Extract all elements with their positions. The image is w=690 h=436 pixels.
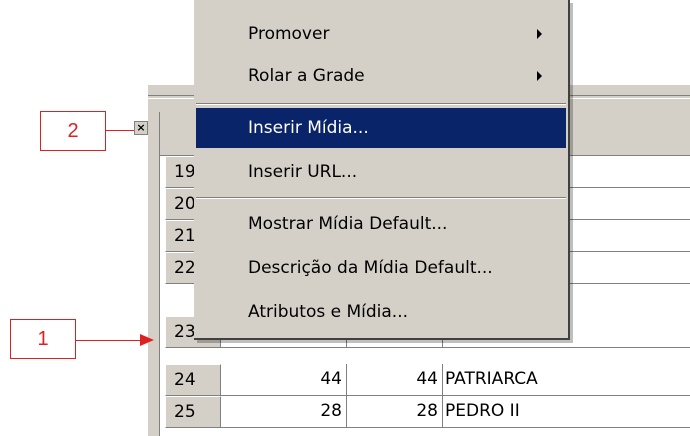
menu-item-atributos-e-midia[interactable]: Atributos e Mídia... (196, 292, 566, 332)
menu-item-mostrar-midia-default[interactable]: Mostrar Mídia Default... (196, 204, 566, 244)
menu-item-inserir-url[interactable]: Inserir URL... (196, 152, 566, 192)
row-number[interactable]: 25 (165, 396, 221, 428)
menu-item-label: Inserir Mídia... (248, 118, 369, 138)
cell-value-a[interactable]: 28 (221, 396, 347, 428)
cell-name[interactable]: PEDRO II (443, 396, 690, 428)
menu-item-label: Mostrar Mídia Default... (248, 214, 448, 234)
menu-separator (196, 197, 566, 199)
menu-item-label: Promover (248, 24, 330, 44)
callout-1-line (76, 340, 140, 341)
callout-1-arrow-icon (140, 334, 154, 346)
menu-item-label: Descrição da Mídia Default... (248, 258, 493, 278)
cell-value-b[interactable]: 44 (347, 364, 443, 396)
submenu-arrow-icon (537, 29, 542, 39)
menu-item-label: Inserir URL... (248, 162, 358, 182)
menu-separator (196, 103, 566, 105)
table-row[interactable]: 24 44 44 PATRIARCA (160, 364, 690, 396)
callout-2: 2 (40, 111, 106, 151)
callout-1: 1 (10, 319, 76, 359)
row-number[interactable]: 24 (165, 364, 221, 396)
table-row[interactable]: 25 28 28 PEDRO II (160, 396, 690, 428)
cell-value-b[interactable]: 28 (347, 396, 443, 428)
cell-name[interactable]: PATRIARCA (443, 364, 690, 396)
context-menu: Promover Rolar a Grade Inserir Mídia... … (194, 0, 570, 340)
menu-item-promover[interactable]: Promover (196, 14, 566, 54)
close-icon[interactable]: × (134, 121, 148, 135)
menu-item-descricao-midia-default[interactable]: Descrição da Mídia Default... (196, 248, 566, 288)
menu-item-label: Rolar a Grade (248, 66, 365, 86)
submenu-arrow-icon (537, 71, 542, 81)
menu-item-rolar-a-grade[interactable]: Rolar a Grade (196, 56, 566, 96)
window-left-frame (148, 112, 160, 436)
cell-value-a[interactable]: 44 (221, 364, 347, 396)
callout-2-line (106, 130, 134, 131)
menu-item-inserir-midia[interactable]: Inserir Mídia... (196, 108, 566, 148)
menu-item-label: Atributos e Mídia... (248, 302, 408, 322)
